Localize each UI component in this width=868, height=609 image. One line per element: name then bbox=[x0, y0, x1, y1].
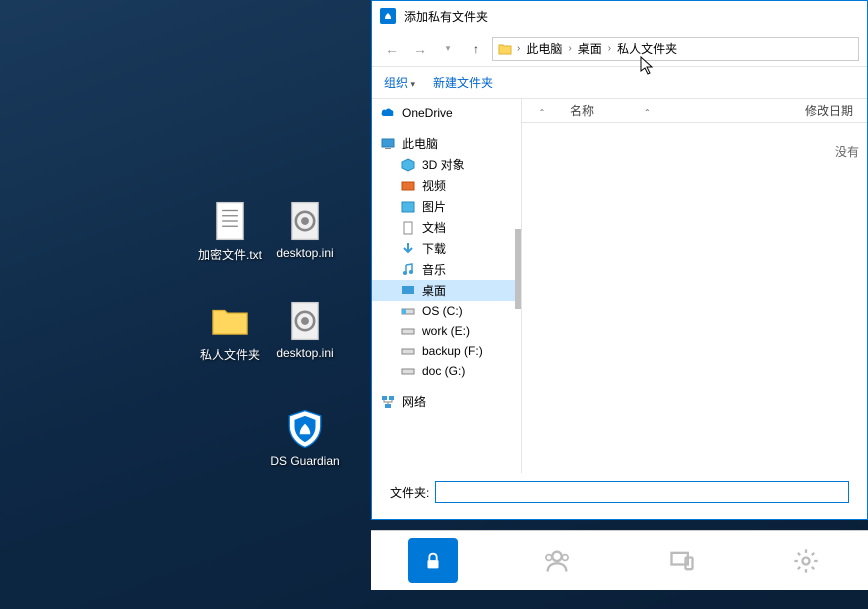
column-header-modified[interactable]: 修改日期 bbox=[797, 102, 867, 119]
chevron-right-icon: › bbox=[517, 43, 520, 54]
desktop-icon-file[interactable]: desktop.ini bbox=[270, 200, 340, 260]
folder-icon bbox=[497, 41, 513, 57]
column-headers: ⌃ 名称⌃ 修改日期 bbox=[522, 99, 867, 123]
tab-users[interactable] bbox=[532, 538, 582, 583]
navigation-bar: ← → ▾ ↑ › 此电脑 › 桌面 › 私人文件夹 bbox=[372, 31, 867, 67]
app-icon bbox=[380, 8, 396, 24]
chevron-right-icon: › bbox=[608, 43, 611, 54]
tree-item-label: 图片 bbox=[422, 198, 446, 215]
history-dropdown[interactable]: ▾ bbox=[436, 37, 460, 61]
users-icon bbox=[543, 547, 571, 575]
file-list-pane: ⌃ 名称⌃ 修改日期 没有 bbox=[522, 99, 867, 473]
video-icon bbox=[400, 178, 416, 194]
cube-icon bbox=[400, 157, 416, 173]
download-icon bbox=[400, 241, 416, 257]
tree-item-label: OS (C:) bbox=[422, 304, 463, 318]
desktop-icon-file[interactable]: desktop.ini bbox=[270, 300, 340, 360]
toolbar: 组织 新建文件夹 bbox=[372, 67, 867, 99]
scrollbar-thumb[interactable] bbox=[515, 229, 521, 309]
tree-item-label: 3D 对象 bbox=[422, 156, 465, 173]
tree-item-label: 桌面 bbox=[422, 282, 446, 299]
tree-item-music[interactable]: 音乐 bbox=[372, 259, 521, 280]
breadcrumb-item[interactable]: 此电脑 bbox=[524, 40, 564, 57]
music-icon bbox=[400, 262, 416, 278]
network-icon bbox=[380, 394, 396, 410]
desktop-icon-label: desktop.ini bbox=[276, 246, 333, 260]
tree-item-label: 视频 bbox=[422, 177, 446, 194]
empty-message: 没有 bbox=[522, 123, 867, 473]
desktop-icon-label: 加密文件.txt bbox=[198, 246, 262, 263]
devices-icon bbox=[668, 547, 696, 575]
desktop-icon-app[interactable]: DS Guardian bbox=[270, 408, 340, 468]
tree-item-videos[interactable]: 视频 bbox=[372, 175, 521, 196]
drive-icon bbox=[400, 323, 416, 339]
tree-item-3d[interactable]: 3D 对象 bbox=[372, 154, 521, 175]
desktop-icon-folder[interactable]: 私人文件夹 bbox=[195, 300, 265, 363]
desktop-icon-file[interactable]: 加密文件.txt bbox=[195, 200, 265, 263]
tree-item-drive-c[interactable]: OS (C:) bbox=[372, 301, 521, 321]
cloud-icon bbox=[380, 105, 396, 121]
tree-item-desktop[interactable]: 桌面 bbox=[372, 280, 521, 301]
desktop-background: 加密文件.txt desktop.ini 私人文件夹 desktop.ini D… bbox=[0, 0, 868, 609]
address-bar[interactable]: › 此电脑 › 桌面 › 私人文件夹 bbox=[492, 37, 859, 61]
lock-icon bbox=[422, 549, 444, 573]
text-file-icon bbox=[209, 200, 251, 242]
tree-item-drive-e[interactable]: work (E:) bbox=[372, 321, 521, 341]
tree-item-downloads[interactable]: 下载 bbox=[372, 238, 521, 259]
tree-item-label: work (E:) bbox=[422, 324, 470, 338]
ini-file-icon bbox=[284, 300, 326, 342]
gear-icon bbox=[792, 547, 820, 575]
tree-item-label: doc (G:) bbox=[422, 364, 465, 378]
tree-item-onedrive[interactable]: OneDrive bbox=[372, 103, 521, 123]
tree-item-label: 音乐 bbox=[422, 261, 446, 278]
forward-button[interactable]: → bbox=[408, 37, 432, 61]
dialog-title: 添加私有文件夹 bbox=[404, 8, 488, 25]
desktop-icon-label: 私人文件夹 bbox=[200, 346, 260, 363]
tree-item-label: backup (F:) bbox=[422, 344, 483, 358]
image-icon bbox=[400, 199, 416, 215]
shield-icon bbox=[284, 408, 326, 450]
drive-icon bbox=[400, 303, 416, 319]
breadcrumb-item[interactable]: 桌面 bbox=[576, 40, 604, 57]
tab-devices[interactable] bbox=[657, 538, 707, 583]
back-button[interactable]: ← bbox=[380, 37, 404, 61]
chevron-right-icon: › bbox=[568, 43, 571, 54]
up-button[interactable]: ↑ bbox=[464, 37, 488, 61]
folder-label: 文件夹: bbox=[390, 484, 429, 501]
drive-icon bbox=[400, 343, 416, 359]
desktop-icon-label: DS Guardian bbox=[270, 454, 339, 468]
dialog-footer: 文件夹: bbox=[372, 473, 867, 519]
ini-file-icon bbox=[284, 200, 326, 242]
dialog-titlebar[interactable]: 添加私有文件夹 bbox=[372, 1, 867, 31]
folder-icon bbox=[209, 300, 251, 342]
drive-icon bbox=[400, 363, 416, 379]
organize-button[interactable]: 组织 bbox=[384, 74, 415, 91]
breadcrumb-item[interactable]: 私人文件夹 bbox=[615, 40, 679, 57]
document-icon bbox=[400, 220, 416, 236]
tree-item-label: OneDrive bbox=[402, 106, 453, 120]
new-folder-button[interactable]: 新建文件夹 bbox=[433, 74, 493, 91]
navigation-tree[interactable]: OneDrive 此电脑 3D 对象 视频 图片 bbox=[372, 99, 522, 473]
tree-item-label: 文档 bbox=[422, 219, 446, 236]
tree-item-pictures[interactable]: 图片 bbox=[372, 196, 521, 217]
folder-input[interactable] bbox=[435, 481, 849, 503]
tree-item-network[interactable]: 网络 bbox=[372, 391, 521, 412]
computer-icon bbox=[380, 136, 396, 152]
dialog-body: OneDrive 此电脑 3D 对象 视频 图片 bbox=[372, 99, 867, 473]
app-tab-bar bbox=[371, 530, 868, 590]
tab-settings[interactable] bbox=[781, 538, 831, 583]
desktop-icon bbox=[400, 283, 416, 299]
tree-item-label: 此电脑 bbox=[402, 135, 438, 152]
tree-item-documents[interactable]: 文档 bbox=[372, 217, 521, 238]
column-header-name[interactable]: 名称⌃ bbox=[562, 102, 797, 119]
tree-item-drive-f[interactable]: backup (F:) bbox=[372, 341, 521, 361]
file-list[interactable]: 没有 bbox=[522, 123, 867, 473]
tree-item-label: 下载 bbox=[422, 240, 446, 257]
desktop-icon-label: desktop.ini bbox=[276, 346, 333, 360]
tree-item-thispc[interactable]: 此电脑 bbox=[372, 133, 521, 154]
tab-lock[interactable] bbox=[408, 538, 458, 583]
tree-item-drive-g[interactable]: doc (G:) bbox=[372, 361, 521, 381]
tree-item-label: 网络 bbox=[402, 393, 426, 410]
folder-picker-dialog: 添加私有文件夹 ← → ▾ ↑ › 此电脑 › 桌面 › 私人文件夹 组织 新建… bbox=[371, 0, 868, 520]
